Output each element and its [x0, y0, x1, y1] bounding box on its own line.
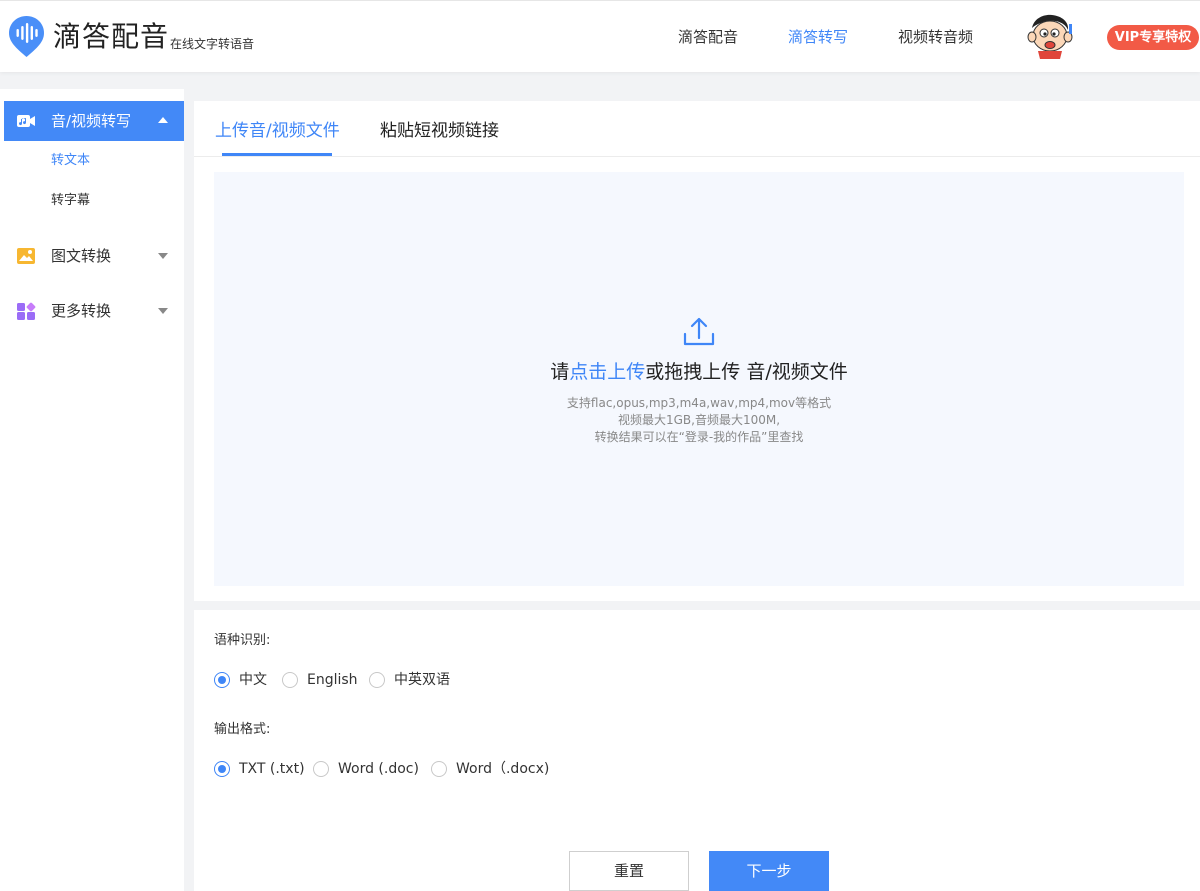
- chevron-up-icon: [158, 117, 168, 123]
- upload-prompt: 请点击上传或拖拽上传 音/视频文件: [214, 359, 1184, 385]
- radio-label: English: [307, 672, 358, 688]
- radio-button[interactable]: [369, 672, 385, 688]
- sidebar-subitem-to-text[interactable]: 转文本: [51, 152, 90, 170]
- radio-format-docx[interactable]: Word（.docx): [431, 759, 551, 779]
- radio-label: Word（.docx): [456, 761, 550, 777]
- radio-label: TXT (.txt): [239, 761, 305, 777]
- radio-label: Word (.doc): [338, 761, 419, 777]
- vip-privilege-button[interactable]: VIP专享特权: [1107, 25, 1199, 50]
- sidebar-item-more-conversions[interactable]: 更多转换: [4, 291, 184, 331]
- image-icon: [17, 248, 35, 264]
- upload-prompt-suffix: 或拖拽上传 音/视频文件: [645, 361, 848, 383]
- logo-title[interactable]: 滴答配音: [53, 19, 169, 55]
- output-format-label: 输出格式:: [214, 722, 271, 737]
- chevron-down-icon: [158, 308, 168, 314]
- sidebar-item-label: 音/视频转写: [51, 112, 132, 130]
- settings-card: 语种识别: 中文 English 中英双语 输出格式: TXT (.txt) W…: [194, 610, 1200, 891]
- radio-label: 中文: [239, 672, 267, 688]
- video-camera-icon: [17, 115, 35, 127]
- chevron-down-icon: [158, 253, 168, 259]
- click-upload-link[interactable]: 点击上传: [569, 361, 645, 383]
- upload-hint-find-results: 转换结果可以在“登录-我的作品”里查找: [594, 430, 804, 444]
- nav-dida-dubbing[interactable]: 滴答配音: [678, 27, 738, 47]
- language-label: 语种识别:: [214, 633, 271, 648]
- nav-dida-transcribe[interactable]: 滴答转写: [788, 27, 848, 47]
- nav-video-to-audio[interactable]: 视频转音频: [898, 27, 973, 47]
- sidebar-item-image-text[interactable]: 图文转换: [4, 236, 184, 276]
- logo-subtitle: 在线文字转语音: [170, 37, 255, 51]
- sidebar-item-av-transcribe[interactable]: 音/视频转写: [4, 101, 184, 141]
- sidebar: 音/视频转写 转文本 转字幕 图文转换 更多转换: [0, 89, 184, 891]
- radio-language-chinese[interactable]: 中文: [214, 670, 274, 690]
- sidebar-item-label: 图文转换: [51, 247, 112, 265]
- sidebar-item-label: 更多转换: [51, 302, 112, 320]
- radio-label: 中英双语: [394, 672, 450, 688]
- upload-card: 上传音/视频文件 粘贴短视频链接 请点击上传或拖拽上传 音/视频文件 支持fla…: [194, 101, 1200, 601]
- upload-hint-formats: 支持flac,opus,mp3,m4a,wav,mp4,mov等格式: [566, 396, 832, 410]
- radio-button[interactable]: [282, 672, 298, 688]
- radio-button[interactable]: [431, 761, 447, 777]
- reset-button[interactable]: 重置: [569, 851, 689, 891]
- top-header: 滴答配音 在线文字转语音 滴答配音 滴答转写 视频转音频 VIP专享特权: [0, 0, 1200, 72]
- sidebar-subitem-to-subtitles[interactable]: 转字幕: [51, 192, 90, 210]
- radio-button[interactable]: [313, 761, 329, 777]
- upload-prompt-prefix: 请: [550, 361, 570, 383]
- next-step-button[interactable]: 下一步: [709, 851, 829, 891]
- radio-language-english[interactable]: English: [282, 670, 362, 690]
- radio-language-bilingual[interactable]: 中英双语: [369, 670, 459, 690]
- logo-icon[interactable]: [8, 15, 45, 58]
- radio-button[interactable]: [214, 761, 230, 777]
- upload-hint-size-limit: 视频最大1GB,音频最大100M,: [617, 413, 781, 427]
- user-avatar[interactable]: [1022, 12, 1078, 60]
- upload-dropzone[interactable]: 请点击上传或拖拽上传 音/视频文件 支持flac,opus,mp3,m4a,wa…: [214, 172, 1184, 586]
- radio-button[interactable]: [214, 672, 230, 688]
- radio-format-doc[interactable]: Word (.doc): [313, 759, 423, 779]
- tab-upload-file[interactable]: 上传音/视频文件: [215, 120, 340, 142]
- radio-format-txt[interactable]: TXT (.txt): [214, 759, 305, 779]
- tab-divider: [194, 156, 1200, 157]
- tab-paste-video-link[interactable]: 粘贴短视频链接: [380, 120, 499, 142]
- apps-grid-icon: [17, 302, 36, 320]
- upload-icon: [683, 317, 715, 346]
